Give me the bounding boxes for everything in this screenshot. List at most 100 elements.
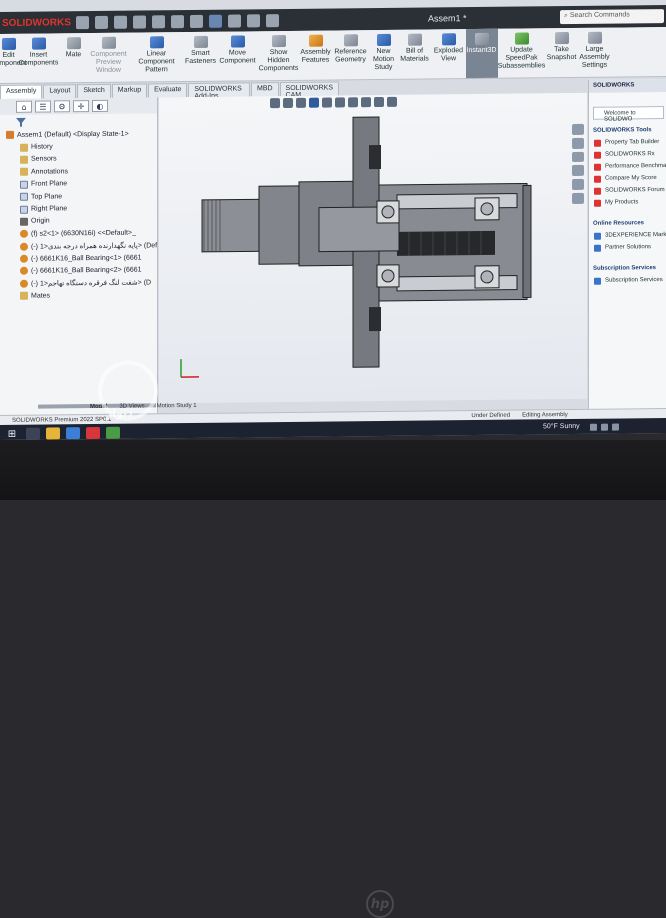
search-commands-input[interactable]: ⌕ Search Commands — [560, 9, 664, 24]
view-settings-icon[interactable] — [387, 97, 397, 107]
tab-evaluate[interactable]: Evaluate — [148, 83, 187, 97]
design-library-icon[interactable] — [572, 138, 584, 149]
part-icon — [20, 255, 28, 263]
view-palette-icon[interactable] — [572, 165, 584, 176]
redo-icon[interactable] — [190, 14, 203, 27]
weather-widget[interactable]: 50°F Sunny — [543, 423, 580, 430]
edit-appearance-icon[interactable] — [361, 97, 371, 107]
bottom-tab-motion-study-1[interactable]: Motion Study 1 — [157, 403, 197, 413]
appearances-icon[interactable] — [572, 179, 584, 190]
filter-icon[interactable] — [16, 118, 26, 127]
tree-item-label: Right Plane — [31, 205, 67, 212]
welcome-button[interactable]: Welcome to SOLIDWO — [593, 106, 664, 120]
app-taskbar-icon[interactable] — [106, 427, 120, 439]
tab-solidworks-cam[interactable]: SOLIDWORKS CAM — [280, 81, 339, 96]
property-manager-icon[interactable]: ☰ — [35, 100, 51, 112]
volume-icon[interactable] — [601, 424, 608, 431]
section-view-icon[interactable] — [309, 98, 319, 108]
graphics-area[interactable] — [159, 93, 587, 403]
exploded-view-button[interactable]: Exploded View — [432, 29, 466, 78]
edit-component-button[interactable]: Edit Component — [0, 34, 18, 83]
zoom-to-fit-icon[interactable] — [270, 98, 280, 108]
bom-button[interactable]: Bill of Materials — [398, 29, 432, 78]
windows-start-icon[interactable]: ⊞ — [4, 427, 20, 440]
large-assembly-button[interactable]: Large Assembly Settings — [578, 28, 612, 77]
task-pane-link[interactable]: Partner Solutions — [589, 241, 666, 254]
component-preview-button[interactable]: Component Preview Window — [88, 33, 130, 82]
task-pane-link[interactable]: Property Tab Builder — [589, 136, 666, 149]
view-orientation-icon[interactable] — [322, 98, 332, 108]
select-pointer-icon[interactable] — [209, 14, 222, 27]
task-pane-header: SOLIDWORKS — [589, 79, 666, 93]
linear-pattern-button[interactable]: Linear Component Pattern — [130, 32, 184, 82]
feature-tree-icon[interactable]: ⌂ — [16, 101, 32, 113]
file-explorer-taskbar-icon[interactable] — [46, 427, 60, 439]
instant3d-button[interactable]: Instant3D — [466, 29, 498, 78]
move-component-button[interactable]: Move Component — [218, 31, 258, 80]
mate-button[interactable]: Mate — [60, 33, 88, 82]
file-explorer-icon[interactable] — [572, 152, 584, 163]
ribbon-label: Mate — [66, 51, 82, 59]
undo-icon[interactable] — [171, 15, 184, 28]
ribbon-label: New Motion Study — [373, 48, 394, 72]
zoom-area-icon[interactable] — [283, 98, 293, 108]
apply-scene-icon[interactable] — [374, 97, 384, 107]
task-pane-link[interactable]: SOLIDWORKS Forum — [589, 184, 666, 197]
edge-taskbar-icon[interactable] — [66, 427, 80, 439]
open-file-icon[interactable] — [114, 15, 127, 28]
task-pane-link[interactable]: Subscription Services — [589, 274, 666, 287]
tab-layout[interactable]: Layout — [43, 84, 76, 98]
speedpak-button[interactable]: Update SpeedPak Subassemblies — [498, 28, 546, 78]
ribbon-label: Move Component — [219, 49, 255, 65]
ribbon-label: Smart Fasteners — [185, 50, 216, 66]
file-properties-icon[interactable] — [247, 14, 260, 27]
tab-markup[interactable]: Markup — [112, 83, 147, 97]
network-icon[interactable] — [590, 424, 597, 431]
tab-mbd[interactable]: MBD — [251, 82, 279, 96]
insert-components-button[interactable]: Insert Components — [18, 33, 60, 82]
task-pane-link[interactable]: SOLIDWORKS Rx — [589, 148, 666, 161]
assembly-features-button[interactable]: Assembly Features — [300, 31, 332, 80]
task-pane-link[interactable]: Performance Benchma — [589, 160, 666, 173]
save-icon[interactable] — [133, 15, 146, 28]
tab-solidworks-add-ins[interactable]: SOLIDWORKS Add-Ins — [188, 82, 250, 97]
show-hidden-button[interactable]: Show Hidden Components — [258, 31, 300, 80]
tree-item-label: Origin — [31, 218, 50, 225]
command-manager-ribbon: Edit ComponentInsert Components Mate Compo… — [0, 27, 666, 84]
solidworks-taskbar-icon[interactable] — [86, 427, 100, 439]
tab-sketch[interactable]: Sketch — [77, 84, 110, 98]
instant3d-icon — [475, 33, 489, 45]
solidworks-resources-icon[interactable] — [572, 124, 584, 135]
plane-icon — [20, 193, 28, 201]
move-component-icon — [231, 35, 245, 47]
rebuild-icon[interactable] — [228, 14, 241, 27]
dimxpert-icon[interactable]: ✛ — [73, 100, 89, 112]
task-pane-link[interactable]: My Products — [589, 196, 666, 209]
tree-item[interactable]: Mates — [0, 288, 158, 302]
hide-show-items-icon[interactable] — [348, 97, 358, 107]
display-style-icon[interactable] — [335, 97, 345, 107]
options-gear-icon[interactable] — [266, 14, 279, 27]
smart-fasteners-button[interactable]: Smart Fasteners — [184, 32, 218, 81]
ribbon-label: Bill of Materials — [400, 48, 428, 64]
monitor-screen: SOLIDWORKS Assem1 * ⌕ Search Commands Ed… — [0, 0, 666, 440]
snapshot-button[interactable]: Take Snapshot — [546, 28, 578, 77]
ribbon-label: Take Snapshot — [547, 46, 577, 62]
custom-properties-icon[interactable] — [572, 193, 584, 204]
search-taskbar-icon[interactable] — [26, 428, 40, 440]
configuration-manager-icon[interactable]: ⚙ — [54, 100, 70, 112]
reference-geometry-icon — [344, 34, 358, 46]
battery-icon[interactable] — [612, 424, 619, 431]
new-file-icon[interactable] — [95, 15, 108, 28]
home-icon[interactable] — [76, 16, 89, 29]
origin-icon — [20, 218, 28, 226]
display-manager-icon[interactable]: ◐ — [92, 100, 108, 112]
task-pane-link[interactable]: 3DEXPERIENCE Marketp — [589, 229, 666, 242]
reference-geometry-button[interactable]: Reference Geometry — [332, 30, 370, 79]
previous-view-icon[interactable] — [296, 98, 306, 108]
print-icon[interactable] — [152, 15, 165, 28]
task-pane-link[interactable]: Compare My Score — [589, 172, 666, 185]
ribbon-label: Show Hidden Components — [259, 49, 299, 73]
motion-study-button[interactable]: New Motion Study — [370, 30, 398, 79]
tab-assembly[interactable]: Assembly — [0, 85, 42, 99]
